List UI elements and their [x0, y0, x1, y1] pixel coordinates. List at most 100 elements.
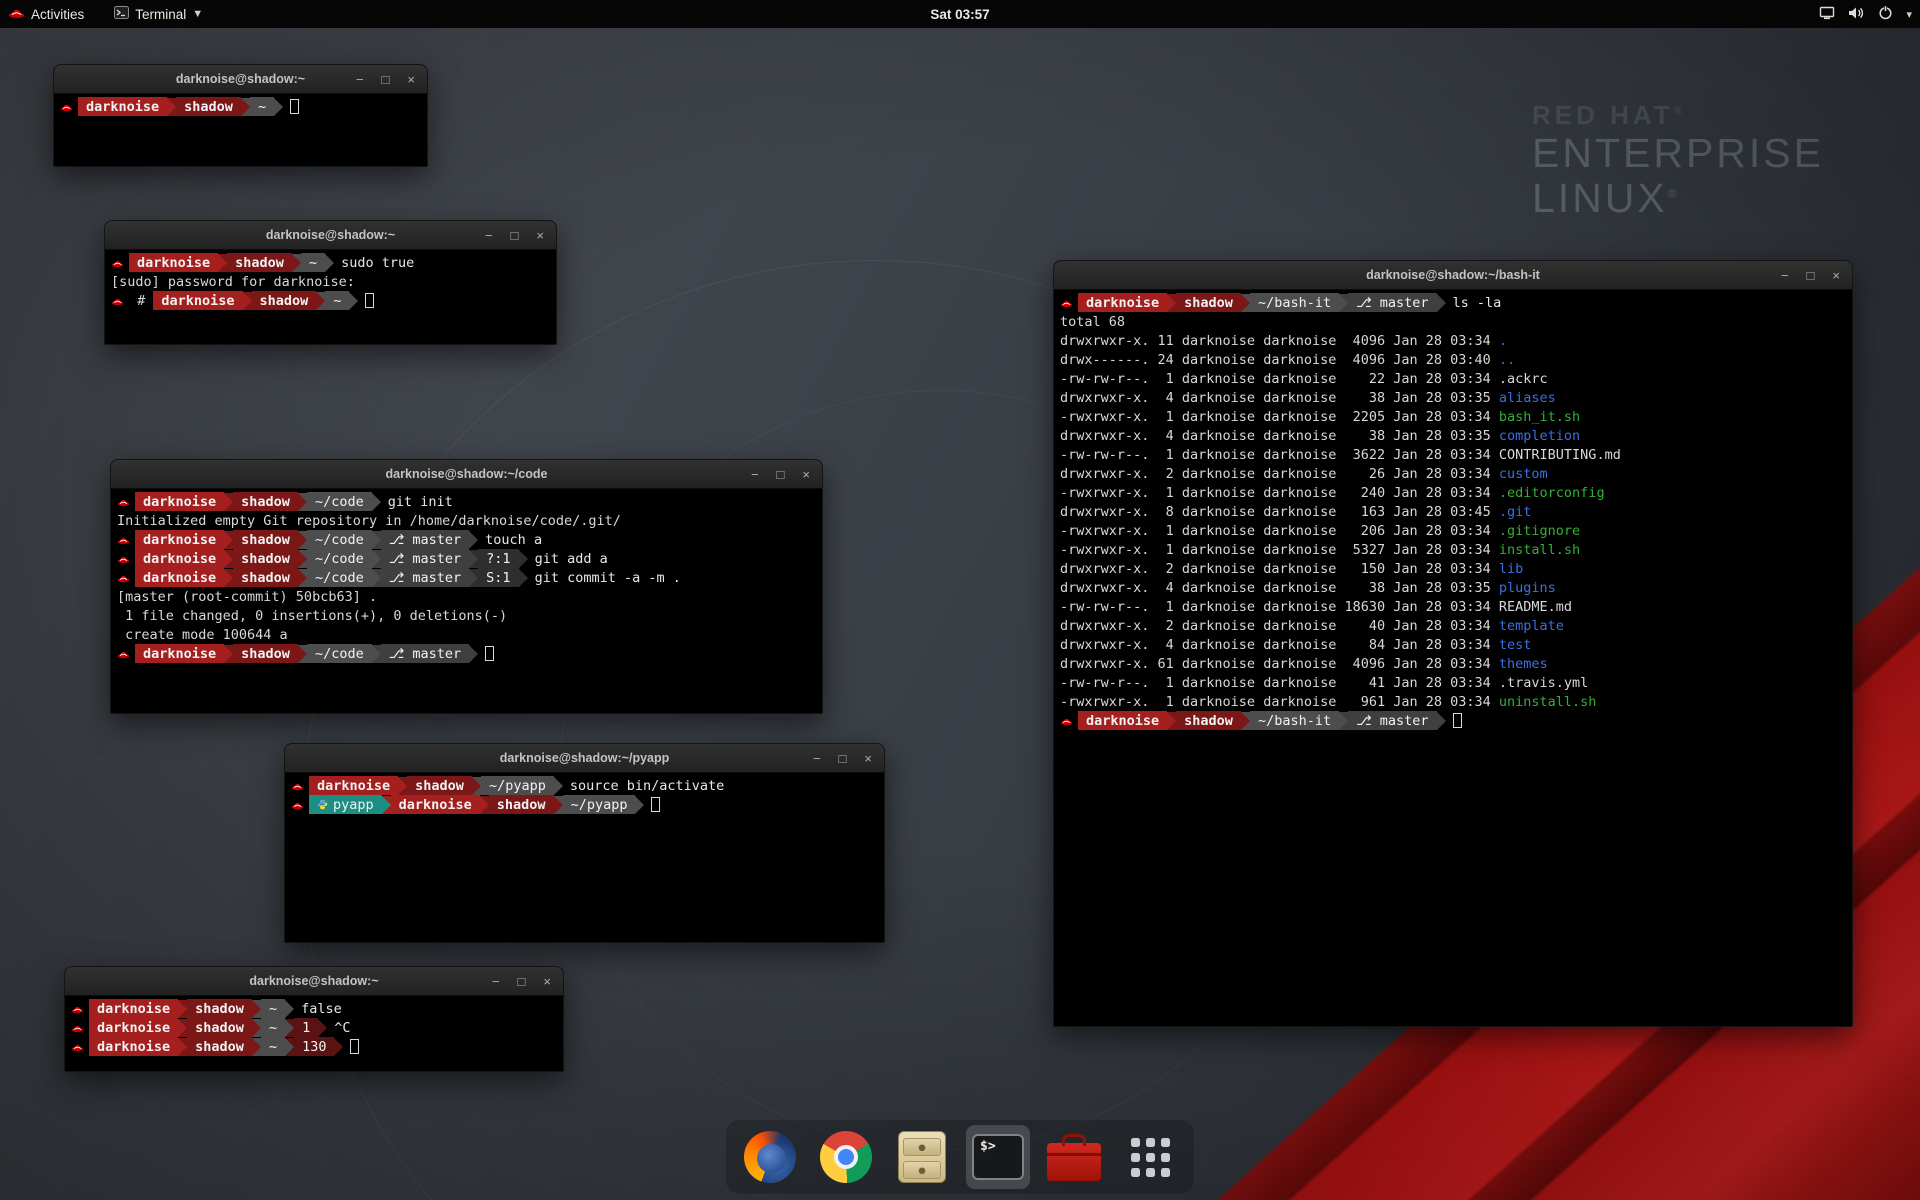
output-text: 1 file changed, 0 insertions(+), 0 delet… [117, 608, 507, 624]
redhat-prompt-icon [60, 102, 73, 112]
powerline-separator [178, 1019, 187, 1037]
close-button[interactable]: × [1832, 269, 1840, 282]
brand-line-3: LINUX® [1532, 176, 1824, 221]
powerline-separator [252, 1038, 261, 1056]
powerline-separator [1167, 294, 1176, 312]
terminal-line: -rw-rw-r--. 1 darknoise darknoise 3622 J… [1060, 445, 1846, 464]
window-titlebar[interactable]: darknoise@shadow:~/bash-it − □ × [1054, 261, 1852, 290]
minimize-button[interactable]: − [813, 752, 821, 765]
output-text: create mode 100644 a [117, 627, 288, 643]
prompt-segment-user: darknoise [89, 1037, 178, 1056]
grid-dot [1161, 1138, 1170, 1147]
terminal-line: # darknoiseshadow~ [111, 291, 550, 310]
output-text: drwxrwxr-x. 2 darknoise darknoise 26 Jan… [1060, 466, 1499, 482]
dock-item-toolbox[interactable] [1042, 1125, 1106, 1189]
close-button[interactable]: × [802, 468, 810, 481]
terminal-line: drwxrwxr-x. 61 darknoise darknoise 4096 … [1060, 654, 1846, 673]
powerline-separator [519, 550, 528, 568]
dock-item-show-applications[interactable] [1118, 1125, 1182, 1189]
powerline-separator [252, 1000, 261, 1018]
maximize-button[interactable]: □ [518, 975, 526, 988]
powerline-separator [316, 292, 325, 310]
prompt-segment-branch: ⎇ master [381, 644, 469, 663]
powerline-separator [224, 531, 233, 549]
prompt-segment-host: shadow [233, 568, 298, 587]
powerline-separator [554, 777, 563, 795]
grid-dot [1146, 1153, 1155, 1162]
close-button[interactable]: × [536, 229, 544, 242]
prompt-segment-path: ~ [261, 999, 285, 1018]
close-button[interactable]: × [543, 975, 551, 988]
terminal-line: create mode 100644 a [117, 625, 816, 644]
command-text: git add a [535, 551, 608, 567]
window-titlebar[interactable]: darknoise@shadow:~ − □ × [65, 967, 563, 996]
terminal-content[interactable]: darknoiseshadow~ [54, 94, 427, 166]
system-status-area[interactable]: ▾ [1819, 0, 1912, 28]
powerline-separator [480, 796, 489, 814]
dock-item-files[interactable] [890, 1125, 954, 1189]
output-text: [sudo] password for darknoise: [111, 274, 363, 290]
terminal-content[interactable]: darknoiseshadow~/codegit initInitialized… [111, 489, 822, 713]
top-bar: Activities Terminal ▼ Sat 03:57 ▾ [0, 0, 1920, 28]
output-text: drwxrwxr-x. 4 darknoise darknoise 38 Jan… [1060, 580, 1499, 596]
prompt-segment-host: shadow [233, 492, 298, 511]
prompt-segment-host: shadow [233, 549, 298, 568]
terminal-content[interactable]: darknoiseshadow~/bash-it⎇ masterls -lato… [1054, 290, 1852, 1026]
prompt-segment-user: darknoise [135, 549, 224, 568]
powerline-separator [325, 254, 334, 272]
chevron-down-icon: ▾ [1906, 8, 1912, 21]
directory-name: template [1499, 618, 1564, 634]
powerline-separator [298, 531, 307, 549]
terminal-line: -rwxrwxr-x. 1 darknoise darknoise 961 Ja… [1060, 692, 1846, 711]
terminal-line: darknoiseshadow~/code⎇ mastertouch a [117, 530, 816, 549]
close-button[interactable]: × [407, 73, 415, 86]
powerline-separator [298, 569, 307, 587]
toolbox-icon [1047, 1143, 1101, 1181]
clock[interactable]: Sat 03:57 [0, 7, 1920, 22]
dock-item-firefox[interactable] [738, 1125, 802, 1189]
maximize-button[interactable]: □ [1807, 269, 1815, 282]
minimize-button[interactable]: − [356, 73, 364, 86]
dock-item-terminal[interactable]: $> [966, 1125, 1030, 1189]
redhat-prompt-icon [71, 1042, 84, 1052]
minimize-button[interactable]: − [751, 468, 759, 481]
maximize-button[interactable]: □ [382, 73, 390, 86]
output-text: drwxrwxr-x. 61 darknoise darknoise 4096 … [1060, 656, 1499, 672]
redhat-prompt-icon [111, 296, 124, 306]
powerline-separator [1241, 294, 1250, 312]
powerline-separator [318, 1019, 327, 1037]
terminal-line: [sudo] password for darknoise: [111, 272, 550, 291]
window-titlebar[interactable]: darknoise@shadow:~/pyapp − □ × [285, 744, 884, 773]
prompt-segment-branch: ⎇ master [1348, 293, 1436, 312]
minimize-button[interactable]: − [485, 229, 493, 242]
terminal-content[interactable]: darknoiseshadow~sudo true[sudo] password… [105, 250, 556, 344]
prompt-segment-path: ~ [301, 253, 325, 272]
maximize-button[interactable]: □ [839, 752, 847, 765]
window-titlebar[interactable]: darknoise@shadow:~ − □ × [105, 221, 556, 250]
maximize-button[interactable]: □ [511, 229, 519, 242]
powerline-separator [285, 1000, 294, 1018]
minimize-button[interactable]: − [1781, 269, 1789, 282]
output-text: -rwxrwxr-x. 1 darknoise darknoise 206 Ja… [1060, 523, 1499, 539]
window-titlebar[interactable]: darknoise@shadow:~ − □ × [54, 65, 427, 94]
terminal-content[interactable]: darknoiseshadow~falsedarknoiseshadow~1^C… [65, 996, 563, 1071]
close-button[interactable]: × [864, 752, 872, 765]
prompt-segment-user: darknoise [391, 795, 480, 814]
redhat-prompt-icon [291, 800, 304, 810]
redhat-prompt-icon [1060, 716, 1073, 726]
terminal-line: darknoiseshadow~/code⎇ master [117, 644, 816, 663]
terminal-window-sudo: darknoise@shadow:~ − □ × darknoiseshadow… [104, 220, 557, 345]
maximize-button[interactable]: □ [777, 468, 785, 481]
directory-name: lib [1499, 561, 1523, 577]
executable-name: uninstall.sh [1499, 694, 1597, 710]
powerline-separator [292, 254, 301, 272]
output-text: drwxrwxr-x. 8 darknoise darknoise 163 Ja… [1060, 504, 1499, 520]
dock-item-chrome[interactable] [814, 1125, 878, 1189]
powerline-separator [167, 98, 176, 116]
window-titlebar[interactable]: darknoise@shadow:~/code − □ × [111, 460, 822, 489]
terminal-content[interactable]: darknoiseshadow~/pyappsource bin/activat… [285, 773, 884, 942]
prompt-segment-path: ~/pyapp [563, 795, 636, 814]
desktop: RED HAT® ENTERPRISE LINUX® darknoise@sha… [0, 0, 1920, 1200]
prompt-segment-exit: 130 [294, 1037, 334, 1056]
minimize-button[interactable]: − [492, 975, 500, 988]
